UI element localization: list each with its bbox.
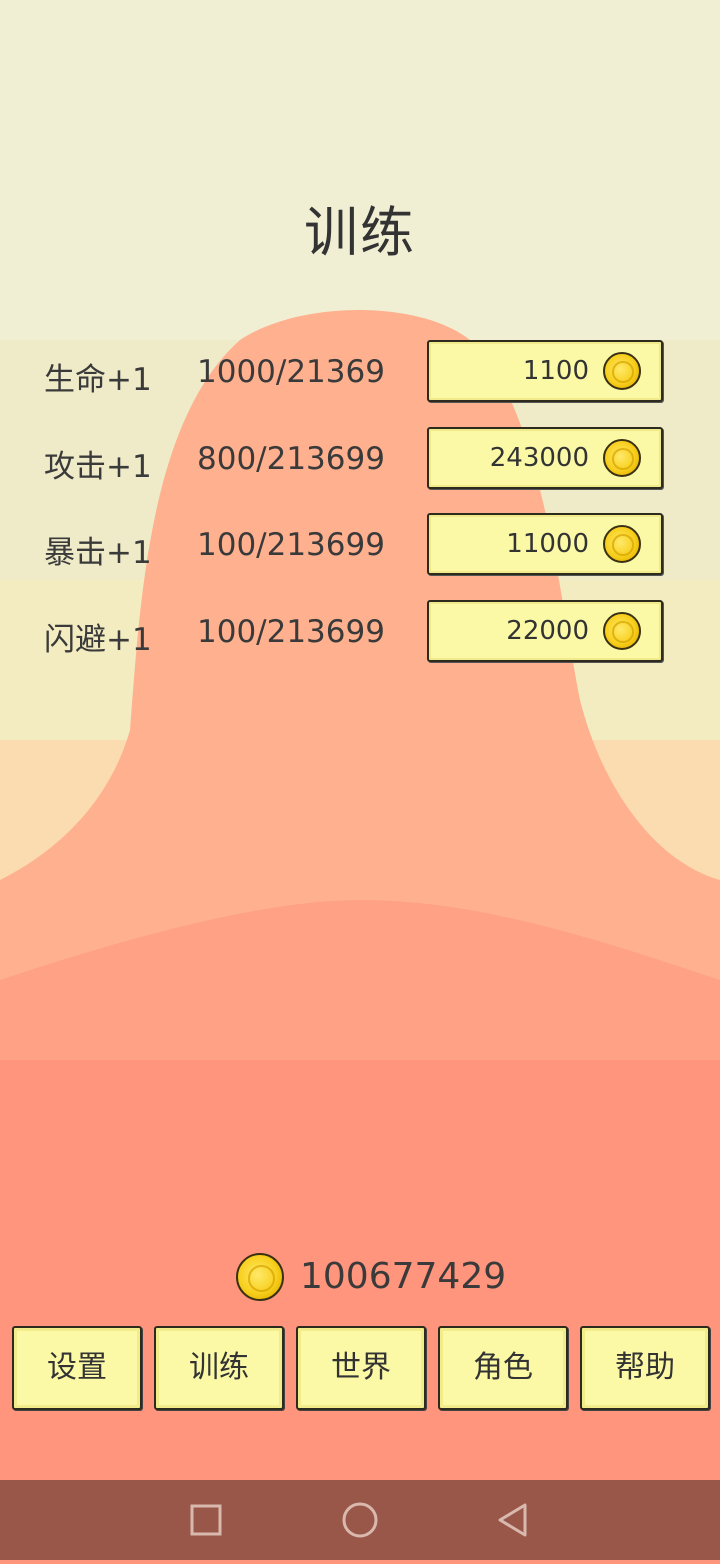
stat-progress: 100/213699 xyxy=(197,527,385,563)
training-row-crit: 暴击+1 100/213699 11000 xyxy=(0,513,720,577)
stat-label: 攻击+1 xyxy=(44,449,152,485)
coin-icon xyxy=(236,1253,284,1301)
cost-label: 11000 xyxy=(506,529,589,559)
recent-apps-button[interactable] xyxy=(166,1480,246,1560)
stat-label: 暴击+1 xyxy=(44,535,152,571)
cost-label: 1100 xyxy=(522,356,589,386)
stat-label: 生命+1 xyxy=(44,362,152,398)
stat-label: 闪避+1 xyxy=(44,622,152,658)
coin-icon xyxy=(603,525,641,563)
coin-icon xyxy=(603,439,641,477)
stat-progress: 1000/21369 xyxy=(197,354,385,390)
training-row-dodge: 闪避+1 100/213699 22000 xyxy=(0,600,720,664)
coin-icon xyxy=(603,612,641,650)
nav-training-button[interactable]: 训练 xyxy=(154,1326,284,1410)
home-button[interactable] xyxy=(320,1480,400,1560)
training-row-hp: 生命+1 1000/21369 1100 xyxy=(0,340,720,404)
coin-icon xyxy=(603,352,641,390)
page-title: 训练 xyxy=(304,201,416,264)
nav-help-button[interactable]: 帮助 xyxy=(580,1326,710,1410)
training-row-attack: 攻击+1 800/213699 243000 xyxy=(0,427,720,491)
buy-crit-button[interactable]: 11000 xyxy=(427,513,663,575)
buy-hp-button[interactable]: 1100 xyxy=(427,340,663,402)
square-icon xyxy=(190,1504,222,1536)
cost-label: 22000 xyxy=(506,616,589,646)
circle-icon xyxy=(342,1502,378,1538)
nav-settings-button[interactable]: 设置 xyxy=(12,1326,142,1410)
system-navigation-bar xyxy=(0,1480,720,1560)
triangle-back-icon xyxy=(498,1503,527,1537)
buy-attack-button[interactable]: 243000 xyxy=(427,427,663,489)
buy-dodge-button[interactable]: 22000 xyxy=(427,600,663,662)
stat-progress: 100/213699 xyxy=(197,614,385,650)
stat-progress: 800/213699 xyxy=(197,441,385,477)
cost-label: 243000 xyxy=(489,443,589,473)
nav-character-button[interactable]: 角色 xyxy=(438,1326,568,1410)
back-button[interactable] xyxy=(474,1480,554,1560)
coin-balance: 100677429 xyxy=(300,1256,507,1297)
nav-world-button[interactable]: 世界 xyxy=(296,1326,426,1410)
